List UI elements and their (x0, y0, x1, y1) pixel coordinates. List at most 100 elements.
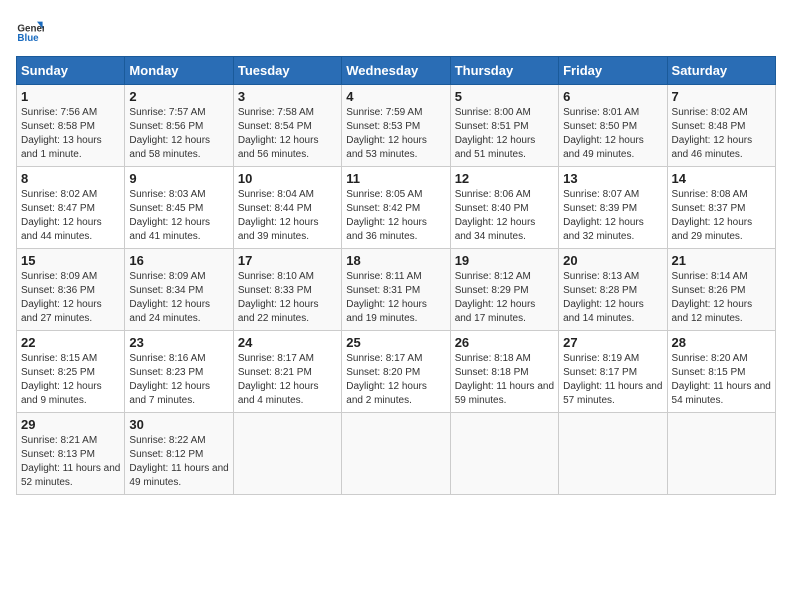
day-number: 25 (346, 335, 445, 350)
weekday-header-cell: Thursday (450, 57, 558, 85)
day-info: Sunrise: 8:10 AMSunset: 8:33 PMDaylight:… (238, 270, 337, 326)
weekday-header-cell: Tuesday (233, 57, 341, 85)
calendar-body: 1Sunrise: 7:56 AMSunset: 8:58 PMDaylight… (17, 85, 776, 495)
calendar-day-cell: 15 Sunrise: 8:09 AMSunset: 8:36 PMDayligh… (17, 249, 125, 331)
calendar-day-cell: 13Sunrise: 8:07 AMSunset: 8:39 PMDayligh… (559, 167, 667, 249)
day-info: Sunrise: 8:06 AMSunset: 8:40 PMDaylight:… (455, 188, 554, 244)
day-info: Sunrise: 7:57 AMSunset: 8:56 PMDaylight:… (129, 106, 228, 162)
day-info: Sunrise: 8:21 AMSunset: 8:13 PMDaylight:… (21, 434, 120, 490)
weekday-header-row: SundayMondayTuesdayWednesdayThursdayFrid… (17, 57, 776, 85)
weekday-header-cell: Friday (559, 57, 667, 85)
day-info: Sunrise: 8:16 AMSunset: 8:23 PMDaylight:… (129, 352, 228, 408)
calendar-day-cell: 21 Sunrise: 8:14 AMSunset: 8:26 PMDayligh… (667, 249, 775, 331)
calendar-day-cell (342, 413, 450, 495)
calendar-day-cell: 30Sunrise: 8:22 AMSunset: 8:12 PMDayligh… (125, 413, 233, 495)
logo: General Blue (16, 16, 44, 44)
day-number: 3 (238, 89, 337, 104)
weekday-header-cell: Monday (125, 57, 233, 85)
calendar-day-cell (233, 413, 341, 495)
weekday-header-cell: Saturday (667, 57, 775, 85)
day-info: Sunrise: 8:19 AMSunset: 8:17 PMDaylight:… (563, 352, 662, 408)
calendar-day-cell: 5 Sunrise: 8:00 AMSunset: 8:51 PMDaylight… (450, 85, 558, 167)
calendar-day-cell: 29Sunrise: 8:21 AMSunset: 8:13 PMDayligh… (17, 413, 125, 495)
calendar-day-cell (450, 413, 558, 495)
calendar-week-row: 15 Sunrise: 8:09 AMSunset: 8:36 PMDayligh… (17, 249, 776, 331)
day-info: Sunrise: 8:02 AMSunset: 8:48 PMDaylight:… (672, 106, 771, 162)
day-number: 22 (21, 335, 120, 350)
day-info: Sunrise: 8:02 AMSunset: 8:47 PMDaylight:… (21, 188, 120, 244)
day-number: 27 (563, 335, 662, 350)
day-info: Sunrise: 8:20 AMSunset: 8:15 PMDaylight:… (672, 352, 771, 408)
calendar-day-cell: 23 Sunrise: 8:16 AMSunset: 8:23 PMDayligh… (125, 331, 233, 413)
day-number: 21 (672, 253, 771, 268)
calendar-day-cell: 22Sunrise: 8:15 AMSunset: 8:25 PMDayligh… (17, 331, 125, 413)
day-info: Sunrise: 8:04 AMSunset: 8:44 PMDaylight:… (238, 188, 337, 244)
day-number: 16 (129, 253, 228, 268)
day-info: Sunrise: 8:08 AMSunset: 8:37 PMDaylight:… (672, 188, 771, 244)
calendar-day-cell: 9 Sunrise: 8:03 AMSunset: 8:45 PMDaylight… (125, 167, 233, 249)
calendar-day-cell: 16 Sunrise: 8:09 AMSunset: 8:34 PMDayligh… (125, 249, 233, 331)
day-info: Sunrise: 8:14 AMSunset: 8:26 PMDaylight:… (672, 270, 771, 326)
day-number: 14 (672, 171, 771, 186)
calendar-day-cell: 1Sunrise: 7:56 AMSunset: 8:58 PMDaylight… (17, 85, 125, 167)
calendar-week-row: 8 Sunrise: 8:02 AMSunset: 8:47 PMDaylight… (17, 167, 776, 249)
calendar-day-cell: 6 Sunrise: 8:01 AMSunset: 8:50 PMDaylight… (559, 85, 667, 167)
calendar-day-cell (559, 413, 667, 495)
day-number: 4 (346, 89, 445, 104)
day-number: 17 (238, 253, 337, 268)
day-info: Sunrise: 8:18 AMSunset: 8:18 PMDaylight:… (455, 352, 554, 408)
calendar-day-cell: 28 Sunrise: 8:20 AMSunset: 8:15 PMDayligh… (667, 331, 775, 413)
calendar-day-cell: 7 Sunrise: 8:02 AMSunset: 8:48 PMDaylight… (667, 85, 775, 167)
day-number: 19 (455, 253, 554, 268)
day-info: Sunrise: 7:59 AMSunset: 8:53 PMDaylight:… (346, 106, 445, 162)
page-header: General Blue (16, 16, 776, 44)
calendar-day-cell: 12 Sunrise: 8:06 AMSunset: 8:40 PMDayligh… (450, 167, 558, 249)
day-info: Sunrise: 8:00 AMSunset: 8:51 PMDaylight:… (455, 106, 554, 162)
day-info: Sunrise: 8:03 AMSunset: 8:45 PMDaylight:… (129, 188, 228, 244)
day-number: 15 (21, 253, 120, 268)
day-number: 23 (129, 335, 228, 350)
logo-icon: General Blue (16, 16, 44, 44)
calendar-table: SundayMondayTuesdayWednesdayThursdayFrid… (16, 56, 776, 495)
calendar-day-cell: 24 Sunrise: 8:17 AMSunset: 8:21 PMDayligh… (233, 331, 341, 413)
day-number: 10 (238, 171, 337, 186)
day-number: 26 (455, 335, 554, 350)
day-info: Sunrise: 8:05 AMSunset: 8:42 PMDaylight:… (346, 188, 445, 244)
day-number: 9 (129, 171, 228, 186)
calendar-day-cell: 19Sunrise: 8:12 AMSunset: 8:29 PMDayligh… (450, 249, 558, 331)
weekday-header-cell: Wednesday (342, 57, 450, 85)
day-number: 11 (346, 171, 445, 186)
day-info: Sunrise: 8:17 AMSunset: 8:20 PMDaylight:… (346, 352, 445, 408)
day-info: Sunrise: 8:11 AMSunset: 8:31 PMDaylight:… (346, 270, 445, 326)
day-number: 2 (129, 89, 228, 104)
day-info: Sunrise: 8:09 AMSunset: 8:36 PMDaylight:… (21, 270, 120, 326)
calendar-day-cell: 17 Sunrise: 8:10 AMSunset: 8:33 PMDayligh… (233, 249, 341, 331)
day-number: 12 (455, 171, 554, 186)
calendar-day-cell: 2 Sunrise: 7:57 AMSunset: 8:56 PMDaylight… (125, 85, 233, 167)
day-info: Sunrise: 7:56 AMSunset: 8:58 PMDaylight:… (21, 106, 120, 162)
calendar-day-cell: 27 Sunrise: 8:19 AMSunset: 8:17 PMDayligh… (559, 331, 667, 413)
day-number: 7 (672, 89, 771, 104)
day-number: 30 (129, 417, 228, 432)
calendar-day-cell: 8 Sunrise: 8:02 AMSunset: 8:47 PMDaylight… (17, 167, 125, 249)
day-number: 24 (238, 335, 337, 350)
weekday-header-cell: Sunday (17, 57, 125, 85)
calendar-day-cell: 18Sunrise: 8:11 AMSunset: 8:31 PMDayligh… (342, 249, 450, 331)
day-info: Sunrise: 7:58 AMSunset: 8:54 PMDaylight:… (238, 106, 337, 162)
day-number: 8 (21, 171, 120, 186)
calendar-day-cell: 14 Sunrise: 8:08 AMSunset: 8:37 PMDayligh… (667, 167, 775, 249)
day-info: Sunrise: 8:17 AMSunset: 8:21 PMDaylight:… (238, 352, 337, 408)
day-info: Sunrise: 8:07 AMSunset: 8:39 PMDaylight:… (563, 188, 662, 244)
day-number: 28 (672, 335, 771, 350)
calendar-day-cell: 11 Sunrise: 8:05 AMSunset: 8:42 PMDayligh… (342, 167, 450, 249)
calendar-week-row: 22Sunrise: 8:15 AMSunset: 8:25 PMDayligh… (17, 331, 776, 413)
day-info: Sunrise: 8:09 AMSunset: 8:34 PMDaylight:… (129, 270, 228, 326)
svg-text:Blue: Blue (17, 33, 39, 44)
day-number: 5 (455, 89, 554, 104)
day-info: Sunrise: 8:01 AMSunset: 8:50 PMDaylight:… (563, 106, 662, 162)
calendar-day-cell: 26 Sunrise: 8:18 AMSunset: 8:18 PMDayligh… (450, 331, 558, 413)
day-number: 6 (563, 89, 662, 104)
day-number: 20 (563, 253, 662, 268)
calendar-week-row: 1Sunrise: 7:56 AMSunset: 8:58 PMDaylight… (17, 85, 776, 167)
calendar-day-cell: 4 Sunrise: 7:59 AMSunset: 8:53 PMDaylight… (342, 85, 450, 167)
